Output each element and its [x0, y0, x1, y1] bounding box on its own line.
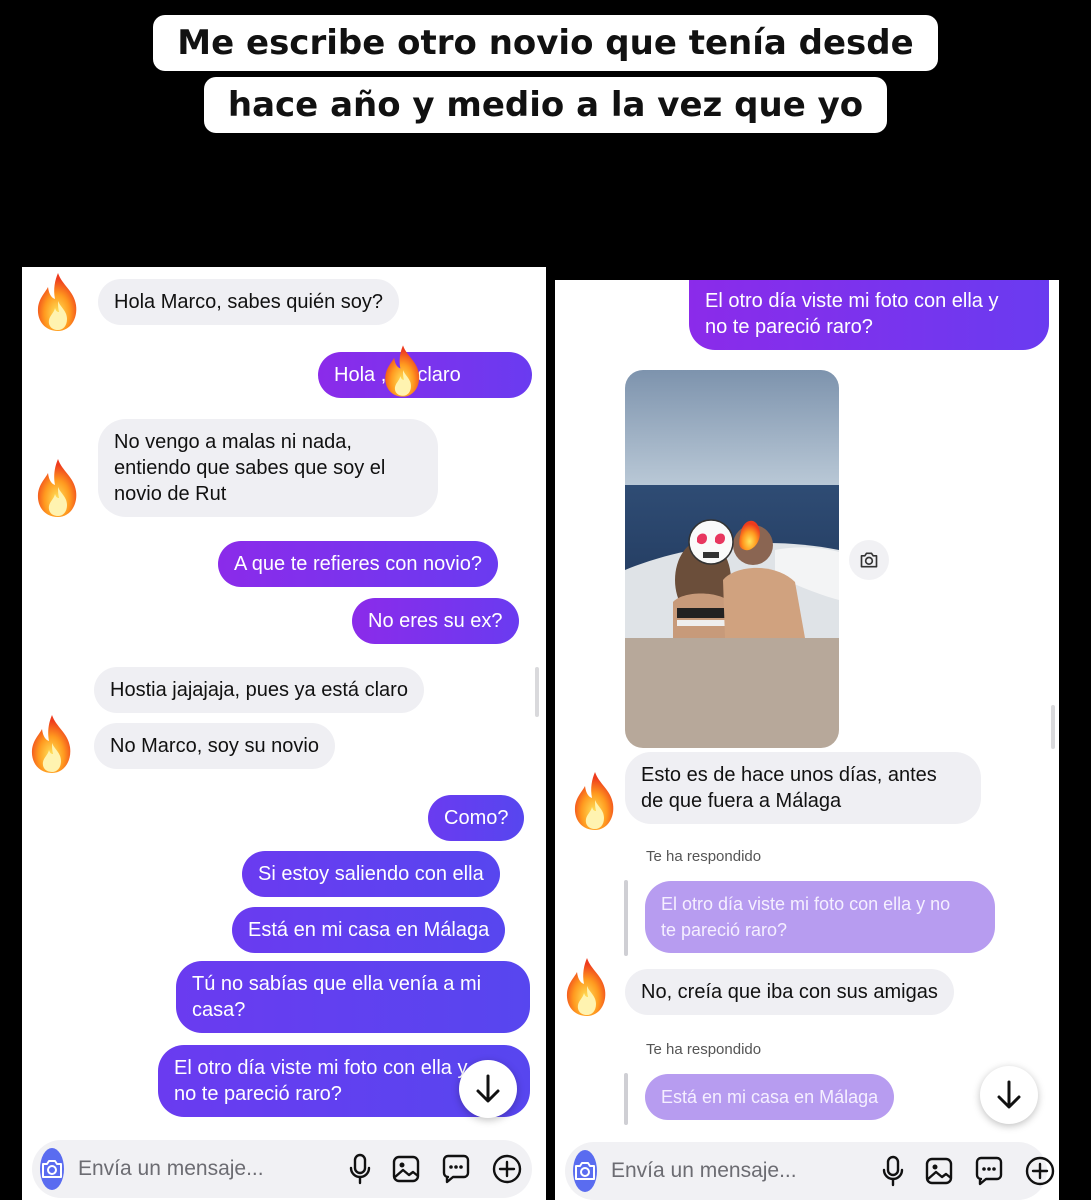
camera-icon: [42, 1160, 62, 1178]
fire-emoji-icon: [26, 713, 78, 775]
microphone-button[interactable]: [349, 1152, 371, 1186]
message-outgoing: Si estoy saliendo con ella: [242, 851, 500, 897]
microphone-icon: [349, 1153, 371, 1185]
message-incoming: Hola Marco, sabes quién soy?: [98, 279, 400, 325]
message-outgoing: Está en mi casa en Málaga: [232, 907, 506, 953]
message-outgoing: No eres su ex?: [352, 598, 519, 644]
reply-bar: [624, 880, 628, 956]
message-incoming: No Marco, soy su novio: [94, 723, 335, 769]
arrow-down-icon: [997, 1080, 1021, 1109]
gallery-button[interactable]: [391, 1152, 421, 1186]
message-outgoing: A que te refieres con novio?: [218, 541, 498, 587]
fire-emoji-icon: [32, 457, 84, 519]
fire-emoji-icon: [561, 956, 613, 1018]
caption-line-2: hace año y medio a la vez que yo: [0, 77, 1091, 133]
microphone-icon: [882, 1155, 904, 1187]
fire-emoji-icon: [380, 343, 426, 399]
sticker-button[interactable]: [974, 1154, 1004, 1188]
reply-label: Te ha respondido: [646, 848, 762, 865]
left-chat-screenshot: Hola Marco, sabes quién soy? Hola , si, …: [22, 267, 546, 1200]
add-button[interactable]: [1024, 1154, 1056, 1188]
quoted-message: Está en mi casa en Málaga: [645, 1074, 895, 1120]
message-incoming: Esto es de hace unos días, antes de que …: [625, 752, 981, 824]
fire-emoji-icon: [569, 770, 621, 832]
reply-label: Te ha respondido: [646, 1041, 762, 1058]
reply-bar: [624, 1073, 628, 1125]
quoted-message: El otro día viste mi foto con ella y no …: [645, 881, 995, 953]
message-outgoing: El otro día viste mi foto con ella y no …: [689, 280, 1049, 350]
boat-selfie-image: [625, 370, 839, 748]
plus-circle-icon: [1025, 1156, 1055, 1186]
gallery-icon: [925, 1157, 953, 1185]
caption-line-1: Me escribe otro novio que tenía desde: [0, 15, 1091, 71]
message-input[interactable]: [78, 1157, 349, 1181]
sticker-icon: [975, 1156, 1003, 1186]
gallery-button[interactable]: [924, 1154, 954, 1188]
scroll-to-bottom-button[interactable]: [980, 1066, 1038, 1124]
message-incoming: No vengo a malas ni nada, entiendo que s…: [98, 419, 438, 517]
scroll-to-bottom-button[interactable]: [459, 1060, 517, 1118]
camera-icon: [860, 552, 878, 568]
add-button[interactable]: [491, 1152, 523, 1186]
message-composer: [32, 1140, 532, 1198]
camera-button[interactable]: [573, 1150, 597, 1192]
arrow-down-icon: [476, 1074, 500, 1103]
right-chat-screenshot: El otro día viste mi foto con ella y no …: [555, 280, 1059, 1200]
plus-circle-icon: [492, 1154, 522, 1184]
scrollbar[interactable]: [1051, 705, 1055, 749]
camera-icon: [575, 1162, 595, 1180]
photo-camera-button[interactable]: [849, 540, 889, 580]
message-incoming: No, creía que iba con sus amigas: [625, 969, 954, 1015]
fire-emoji-icon: [32, 271, 84, 333]
message-incoming: Hostia jajajaja, pues ya está claro: [94, 667, 424, 713]
microphone-button[interactable]: [882, 1154, 904, 1188]
message-outgoing: Como?: [428, 795, 525, 841]
scrollbar[interactable]: [535, 667, 539, 717]
sticker-button[interactable]: [441, 1152, 471, 1186]
message-composer: [565, 1142, 1055, 1200]
sticker-icon: [442, 1154, 470, 1184]
camera-button[interactable]: [40, 1148, 64, 1190]
message-input[interactable]: [611, 1159, 882, 1183]
gallery-icon: [392, 1155, 420, 1183]
shared-photo[interactable]: [625, 370, 839, 748]
message-outgoing: Tú no sabías que ella venía a mi casa?: [176, 961, 530, 1033]
